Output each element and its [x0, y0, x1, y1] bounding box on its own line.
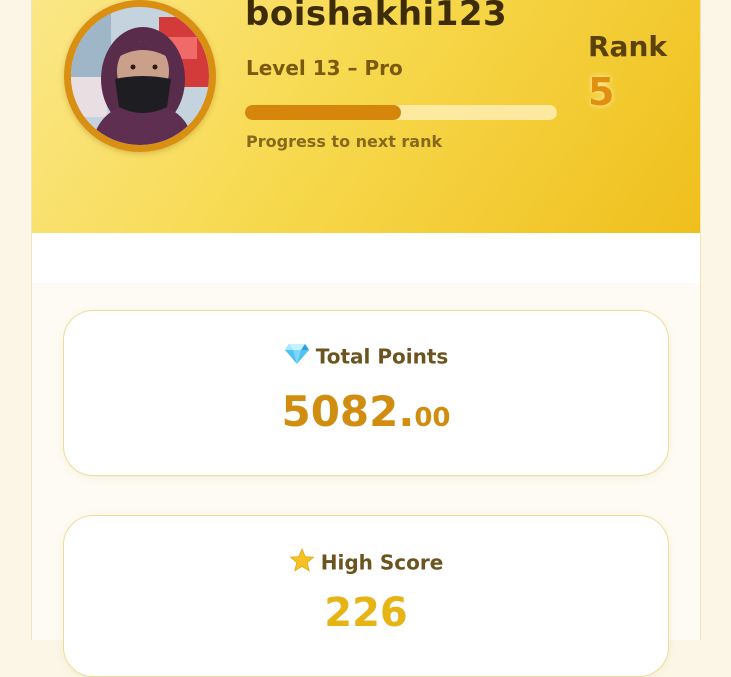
star-icon	[289, 547, 315, 577]
rank-progress-bar	[245, 105, 557, 120]
total-points-title-row: Total Points	[64, 343, 668, 370]
rank-label: Rank	[588, 30, 668, 63]
high-score-title-row: High Score	[64, 547, 668, 577]
profile-screen: boishakhi123 Level 13 – Pro Progress to …	[31, 0, 701, 677]
progress-label: Progress to next rank	[246, 132, 443, 151]
high-score-card[interactable]: High Score 226	[63, 515, 669, 677]
total-points-decimal: 00	[414, 403, 451, 433]
profile-header: boishakhi123 Level 13 – Pro Progress to …	[32, 0, 700, 233]
total-points-card[interactable]: Total Points 5082.00	[63, 310, 669, 476]
avatar[interactable]	[64, 0, 216, 152]
rank-value: 5	[588, 70, 615, 114]
high-score-title: High Score	[320, 550, 444, 575]
rank-progress-fill	[245, 105, 401, 120]
high-score-value: 226	[324, 590, 408, 636]
total-points-title: Total Points	[315, 344, 449, 369]
level-label: Level 13 – Pro	[246, 56, 403, 80]
total-points-integer: 5082.	[281, 387, 415, 436]
header-divider-band	[32, 233, 700, 283]
username: boishakhi123	[245, 0, 508, 34]
total-points-value: 5082.00	[64, 387, 668, 436]
diamond-icon	[284, 343, 310, 370]
avatar-photo	[71, 7, 209, 145]
